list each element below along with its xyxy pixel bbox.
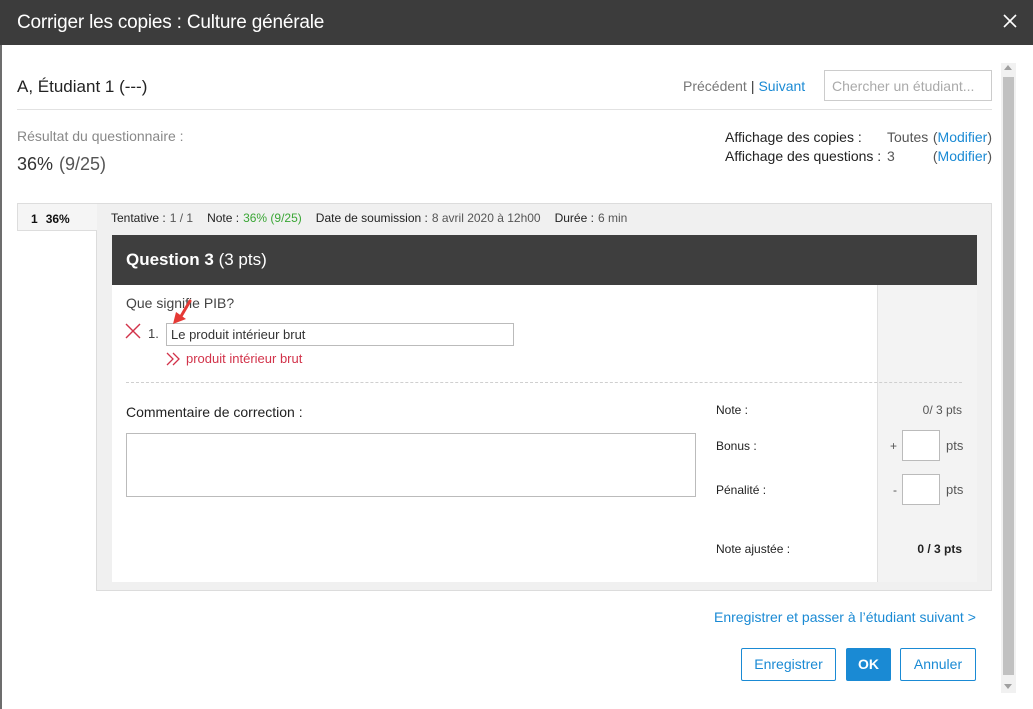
attempt-info: Tentative :1 / 1 Note :36% (9/25) Date de … [111,211,641,225]
copies-display-value: Toutes [887,129,929,145]
window-edge [0,45,2,709]
copies-display-row: Affichage des copies : Toutes (Modifier) [725,128,993,147]
questions-display-label: Affichage des questions : [725,148,882,164]
student-navigation: Précédent | Suivant [683,78,805,94]
result-score: 36% (9/25) [17,154,106,175]
submission-date-label: Date de soumission : [315,211,428,225]
question-points: (3 pts) [218,250,267,269]
questions-modify-link[interactable]: Modifier [938,148,988,164]
note-value: 0/ 3 pts [922,403,962,417]
result-label: Résultat du questionnaire : [17,128,184,144]
grade-label: Note : [207,211,240,225]
copies-modify-link[interactable]: Modifier [938,129,988,145]
duration-label: Durée : [554,211,594,225]
dashed-divider [126,382,962,383]
bonus-unit: pts [946,438,964,453]
note-label: Note : [716,403,749,417]
wrong-answer-icon [125,323,141,339]
adjusted-grade-value: 0 / 3 pts [917,542,962,556]
question-header: Question 3 (3 pts) [112,235,977,285]
answer-number: 1. [148,326,159,341]
correct-answer-icon [166,352,180,366]
grade-value: 36% (9/25) [243,211,302,225]
paren-close: ) [987,129,992,145]
dialog-titlebar: Corriger les copies : Culture générale [0,0,1033,45]
nav-separator: | [750,78,755,94]
bonus-input[interactable] [902,430,940,461]
student-answer: Le produit intérieur brut [166,323,514,346]
save-and-next-link[interactable]: Enregistrer et passer à l’étudiant suiva… [714,609,976,625]
scroll-up-icon[interactable] [1004,65,1012,70]
bonus-sign: + [890,439,898,453]
scroll-down-icon[interactable] [1004,684,1012,689]
question-title: Question 3 [126,250,214,269]
result-percent: 36% [17,154,54,174]
penalty-label: Pénalité : [716,483,767,497]
questions-display-row: Affichage des questions : 3 (Modifier) [725,147,993,166]
submission-date-value: 8 avril 2020 à 12h00 [431,211,541,225]
next-student-link[interactable]: Suivant [758,78,805,94]
attempt-value: 1 / 1 [169,211,194,225]
penalty-sign: - [893,483,897,497]
attempt-tab[interactable]: 1 36% [17,203,97,231]
close-icon[interactable] [1001,12,1019,30]
pointer-arrow-icon [173,299,192,324]
correct-answer: produit intérieur brut [186,351,303,366]
questions-display-value: 3 [887,148,895,164]
bonus-label: Bonus : [716,439,757,453]
adjusted-grade-label: Note ajustée : [716,542,791,556]
attempt-label: Tentative : [111,211,166,225]
penalty-unit: pts [946,482,964,497]
save-button[interactable]: Enregistrer [741,648,836,681]
previous-student-link[interactable]: Précédent [683,78,747,94]
comment-textarea[interactable] [126,433,696,497]
paren-close: ) [987,148,992,164]
penalty-input[interactable] [902,474,940,505]
ok-button[interactable]: OK [846,648,891,681]
attempt-tab-number: 1 [31,212,38,226]
student-name: A, Étudiant 1 (---) [17,77,148,96]
result-fraction: (9/25) [59,154,107,174]
copies-display-label: Affichage des copies : [725,129,862,145]
display-settings: Affichage des copies : Toutes (Modifier)… [725,128,993,166]
duration-value: 6 min [597,211,628,225]
copies-modify: (Modifier) [933,128,992,147]
dialog-title: Corriger les copies : Culture générale [17,12,325,33]
attempt-tab-percent: 36% [45,212,70,226]
student-search-input[interactable] [824,70,992,101]
questions-modify: (Modifier) [933,147,992,166]
scrollbar-thumb[interactable] [1003,77,1014,675]
comment-label: Commentaire de correction : [126,404,303,420]
divider [17,109,992,110]
cancel-button[interactable]: Annuler [900,648,976,681]
vertical-scrollbar[interactable] [1001,63,1016,693]
